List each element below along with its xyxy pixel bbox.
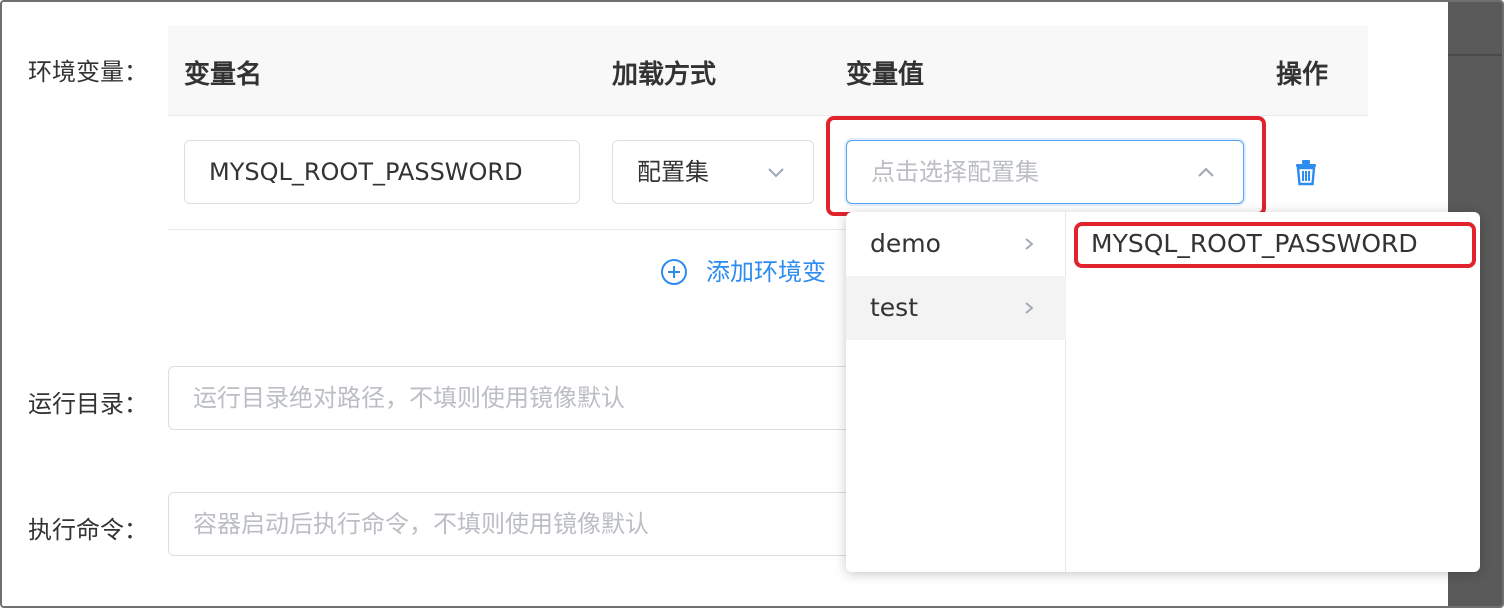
container-config-dialog: 环境变量： 变量名 加载方式 变量值 操作 MYSQL_ROOT_PASSWOR… [2,2,1480,606]
screenshot-frame: 环境变量： 变量名 加载方式 变量值 操作 MYSQL_ROOT_PASSWOR… [0,0,1504,608]
cascader-option-test[interactable]: test [846,276,1066,340]
load-mode-select[interactable]: 配置集 [612,140,814,204]
cascader-option-demo[interactable]: demo [846,212,1066,276]
env-table-header: 变量名 加载方式 变量值 操作 [168,26,1368,116]
cascader-option-label: demo [870,229,941,258]
backdrop-divider [1448,54,1502,56]
annotation-highlight-value-select [826,116,1266,216]
chevron-right-icon [1025,238,1034,250]
chevron-right-icon [1025,302,1034,314]
chevron-down-icon [768,168,784,178]
env-vars-label: 环境变量： [28,58,148,86]
annotation-highlight-option [1074,222,1476,268]
cascader-option-label: test [870,293,919,322]
header-action: 操作 [1276,60,1329,90]
var-name-input[interactable]: MYSQL_ROOT_PASSWORD [184,140,580,204]
plus-circle-icon [661,259,687,285]
header-var-name: 变量名 [184,60,263,90]
add-env-var-label: 添加环境变 [706,258,826,286]
cascader-level1-menu: demo test [846,212,1066,572]
trash-icon[interactable] [1292,158,1320,186]
header-load-mode: 加载方式 [612,60,717,90]
command-label: 执行命令： [28,516,148,544]
header-var-value: 变量值 [846,60,925,90]
load-mode-selected-value: 配置集 [637,158,709,186]
workdir-label: 运行目录： [28,390,148,418]
